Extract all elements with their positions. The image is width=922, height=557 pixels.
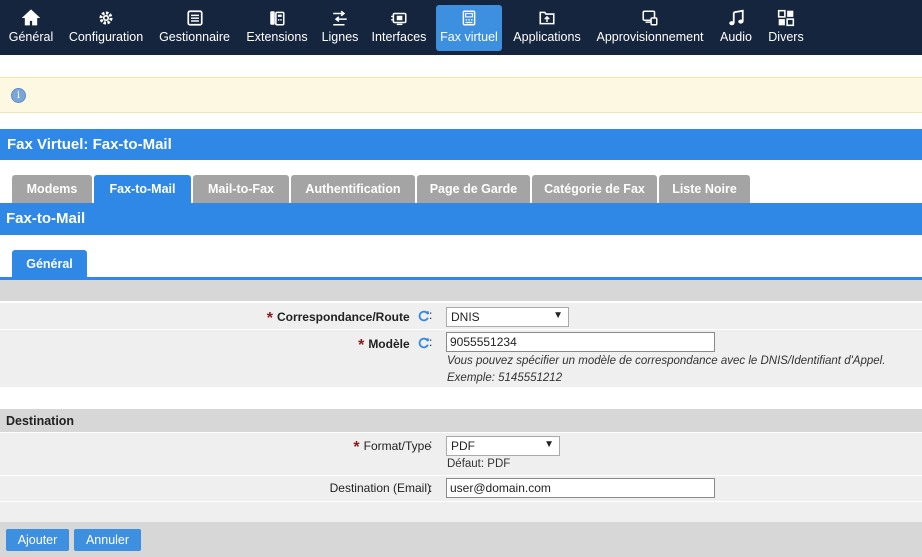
route-row: * Correspondance/Route : DNIS ▼ bbox=[0, 303, 922, 329]
fax-icon bbox=[436, 5, 502, 27]
interface-icon bbox=[370, 5, 428, 27]
misc-icon bbox=[765, 5, 807, 27]
format-default-text: Défaut: PDF bbox=[447, 458, 511, 470]
phone-icon bbox=[244, 5, 310, 27]
nav-gestionnaire-label: Gestionnaire bbox=[159, 30, 230, 44]
email-row: Destination (Email) : bbox=[0, 476, 922, 501]
route-label-text: Correspondance/Route bbox=[276, 310, 410, 324]
nav-approvisionnement-label: Approvisionnement bbox=[596, 30, 704, 44]
model-help-text: Vous pouvez spécifier un modèle de corre… bbox=[447, 355, 886, 367]
list-icon bbox=[157, 5, 232, 27]
tab-modems[interactable]: Modems bbox=[12, 175, 92, 203]
format-row: * Format/Type : PDF ▼ Défaut: PDF bbox=[0, 433, 922, 475]
nav-gestionnaire[interactable]: Gestionnaire bbox=[157, 5, 232, 51]
cancel-button[interactable]: Annuler bbox=[74, 529, 141, 551]
email-input[interactable] bbox=[446, 478, 715, 498]
nav-fax-virtuel-label: Fax virtuel bbox=[440, 30, 498, 44]
info-icon: i bbox=[11, 88, 26, 103]
chevron-down-icon: ▼ bbox=[544, 439, 554, 450]
tab-categorie-de-fax[interactable]: Catégorie de Fax bbox=[532, 175, 657, 203]
nav-general-label: Général bbox=[8, 30, 54, 44]
email-label: Destination (Email) bbox=[329, 481, 431, 495]
form-header-strip bbox=[0, 280, 922, 301]
format-colon: : bbox=[429, 437, 433, 451]
chevron-down-icon: ▼ bbox=[553, 310, 563, 321]
music-icon bbox=[715, 5, 757, 27]
info-bar: i bbox=[0, 77, 922, 113]
format-select[interactable]: PDF ▼ bbox=[446, 436, 560, 456]
nav-configuration-label: Configuration bbox=[68, 30, 144, 44]
tab-liste-noire[interactable]: Liste Noire bbox=[659, 175, 750, 203]
nav-applications-label: Applications bbox=[513, 30, 581, 44]
subtab-general[interactable]: Général bbox=[12, 250, 87, 278]
tab-authentification[interactable]: Authentification bbox=[291, 175, 415, 203]
nav-interfaces[interactable]: Interfaces bbox=[370, 5, 428, 51]
route-select-value: DNIS bbox=[451, 310, 480, 324]
route-colon: : bbox=[429, 308, 433, 322]
email-colon: : bbox=[429, 481, 433, 495]
add-button[interactable]: Ajouter bbox=[6, 529, 69, 551]
nav-lignes[interactable]: Lignes bbox=[318, 5, 362, 51]
format-label: * Format/Type bbox=[353, 437, 431, 456]
provisioning-icon bbox=[594, 5, 706, 27]
required-mark: * bbox=[266, 310, 273, 327]
model-colon: : bbox=[429, 335, 433, 349]
nav-applications[interactable]: Applications bbox=[511, 5, 583, 51]
required-mark: * bbox=[358, 337, 365, 354]
route-icon bbox=[318, 5, 362, 27]
required-mark: * bbox=[353, 439, 360, 456]
route-select[interactable]: DNIS ▼ bbox=[446, 307, 569, 327]
nav-divers[interactable]: Divers bbox=[765, 5, 807, 51]
nav-lignes-label: Lignes bbox=[321, 30, 359, 44]
tab-fax-to-mail[interactable]: Fax-to-Mail bbox=[94, 175, 191, 203]
route-label: * Correspondance/Route bbox=[266, 308, 431, 327]
model-input[interactable] bbox=[446, 332, 715, 352]
page-title: Fax Virtuel: Fax-to-Mail bbox=[0, 129, 922, 160]
nav-configuration[interactable]: Configuration bbox=[66, 5, 146, 51]
home-icon bbox=[5, 5, 57, 27]
form-spacer bbox=[0, 502, 922, 522]
nav-extensions[interactable]: Extensions bbox=[244, 5, 310, 51]
nav-divers-label: Divers bbox=[768, 30, 804, 44]
nav-audio-label: Audio bbox=[720, 30, 752, 44]
nav-extensions-label: Extensions bbox=[246, 30, 308, 44]
format-label-text: Format/Type bbox=[363, 439, 431, 453]
format-select-value: PDF bbox=[451, 439, 475, 453]
destination-header: Destination bbox=[0, 409, 922, 432]
section-title: Fax-to-Mail bbox=[0, 203, 922, 235]
tab-mail-to-fax[interactable]: Mail-to-Fax bbox=[193, 175, 289, 203]
nav-interfaces-label: Interfaces bbox=[371, 30, 427, 44]
nav-audio[interactable]: Audio bbox=[715, 5, 757, 51]
gear-icon bbox=[66, 5, 146, 27]
nav-fax-virtuel[interactable]: Fax virtuel bbox=[436, 5, 502, 51]
model-label-text: Modèle bbox=[368, 337, 410, 351]
top-navigation: Général Configuration Gestionnaire Exten… bbox=[0, 0, 922, 55]
nav-general[interactable]: Général bbox=[5, 5, 57, 51]
model-row: *Modèle : Vous pouvez spécifier un modèl… bbox=[0, 330, 922, 387]
model-label: * Modèle bbox=[358, 335, 431, 354]
tab-page-de-garde[interactable]: Page de Garde bbox=[417, 175, 530, 203]
model-example-text: Exemple: 5145551212 bbox=[447, 372, 563, 384]
nav-approvisionnement[interactable]: Approvisionnement bbox=[594, 5, 706, 51]
apps-icon bbox=[511, 5, 583, 27]
